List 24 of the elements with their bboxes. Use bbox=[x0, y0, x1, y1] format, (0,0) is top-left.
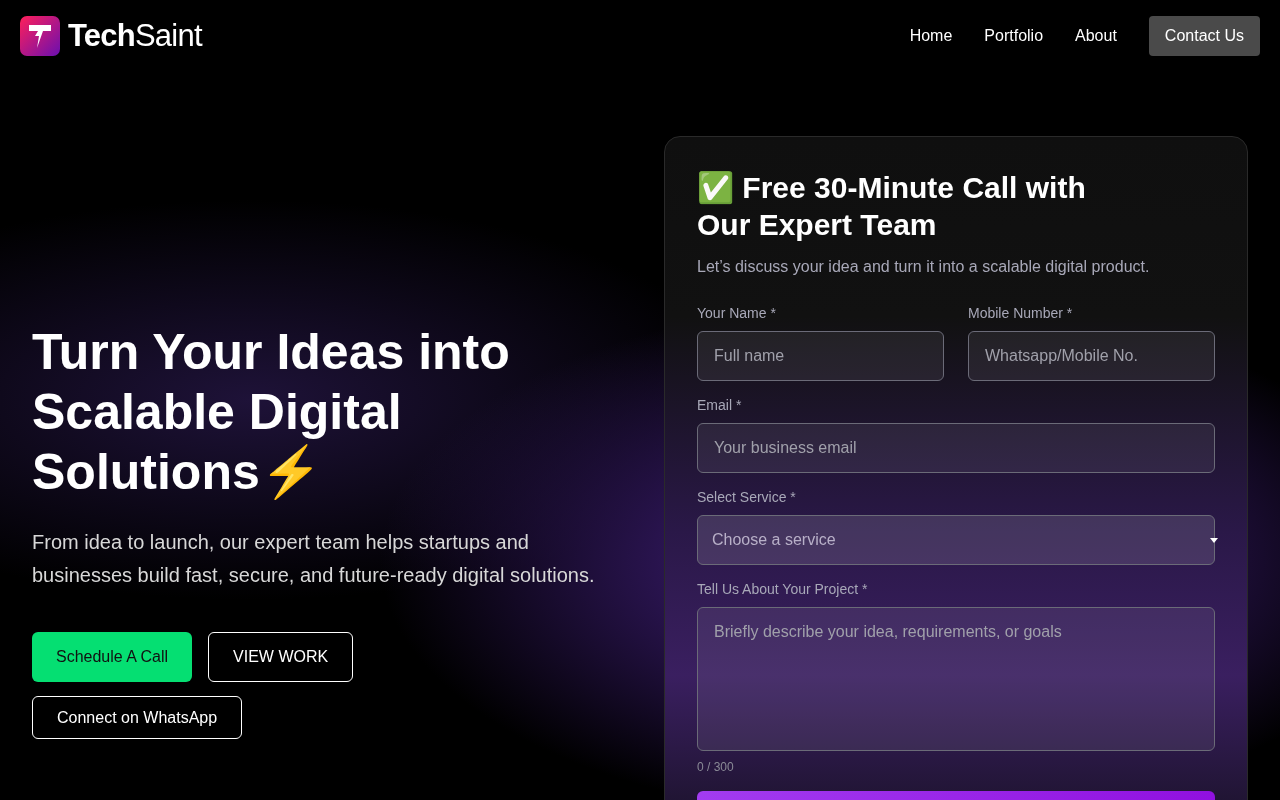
project-textarea[interactable]: Briefly describe your idea, requirements, or goals bbox=[697, 607, 1215, 751]
contact-button[interactable]: Contact Us bbox=[1148, 16, 1260, 56]
brand-name: TechSaint bbox=[68, 16, 202, 55]
field-label: Mobile Number * bbox=[968, 304, 1074, 323]
schedule-button[interactable]: Schedule A Call bbox=[32, 632, 193, 682]
hero-headline: Turn Your Ideas into Scalable Digital Solutions⚡ bbox=[32, 323, 511, 502]
nav-link[interactable]: Home bbox=[909, 24, 953, 48]
form-subtitle: Let’s discuss your idea and turn it into a scalable digital product. bbox=[697, 257, 1151, 277]
character-counter: 0 / 300 bbox=[697, 759, 735, 775]
nav-link[interactable]: About bbox=[1075, 24, 1117, 48]
form-title: ✅ Free 30-Minute Call with Our Expert Team bbox=[697, 170, 1087, 243]
outline-button[interactable]: Connect on WhatsApp bbox=[32, 696, 243, 739]
service-dropdown[interactable]: Choose a service bbox=[697, 515, 1215, 565]
text-field[interactable]: Full name bbox=[697, 331, 944, 381]
field-label: Email * bbox=[697, 396, 743, 415]
field-label: Tell Us About Your Project * bbox=[697, 580, 869, 599]
text-field[interactable]: Whatsapp/Mobile No. bbox=[968, 331, 1215, 381]
field-label: Your Name * bbox=[697, 304, 777, 323]
hero-subtext: From idea to launch, our expert team helps startups and businesses build fast, secure, and future-ready digital solutions. bbox=[32, 530, 596, 588]
field-label: Select Service * bbox=[697, 488, 797, 507]
nav-link[interactable]: Portfolio bbox=[984, 24, 1044, 48]
outline-button[interactable]: VIEW WORK bbox=[208, 632, 354, 682]
dropdown-placeholder: Choose a service bbox=[712, 530, 836, 550]
text-field[interactable]: Your business email bbox=[697, 423, 1215, 473]
